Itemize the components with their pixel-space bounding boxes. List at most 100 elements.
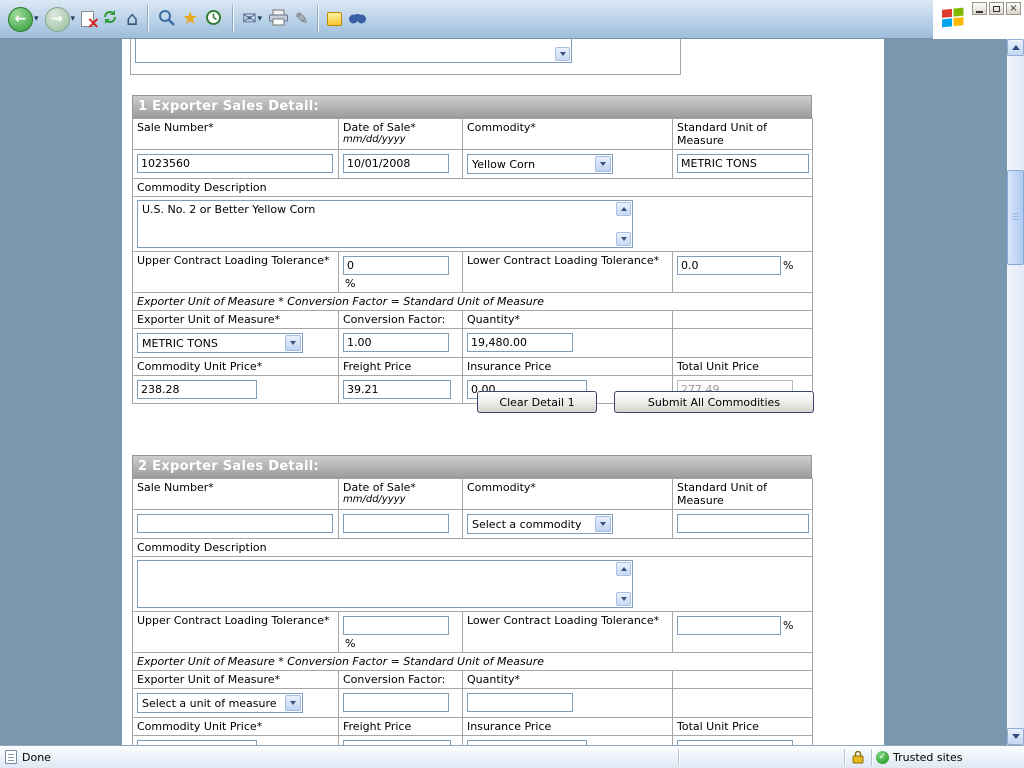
minimize-icon: [976, 11, 983, 13]
search-button[interactable]: [155, 6, 178, 33]
total-unit-price-label: Total Unit Price: [673, 358, 813, 376]
home-button[interactable]: ⌂: [124, 8, 140, 31]
forward-dropdown-icon[interactable]: ▾: [71, 14, 76, 24]
toolbar-separator: [317, 5, 318, 33]
stop-icon: ×: [81, 11, 94, 27]
lower-tolerance-input[interactable]: [677, 616, 781, 635]
commodity-description-textarea[interactable]: [137, 560, 633, 608]
date-format-hint: mm/dd/yyyy: [343, 134, 458, 145]
status-empty-segment: [679, 746, 844, 768]
favorites-button[interactable]: ★: [180, 8, 200, 30]
upper-tolerance-input[interactable]: [343, 256, 449, 275]
chevron-down-icon[interactable]: [595, 156, 611, 172]
messenger-button[interactable]: [325, 10, 344, 28]
date-of-sale-label: Date of Sale* mm/dd/yyyy: [339, 479, 463, 510]
standard-unit-input[interactable]: [677, 514, 809, 533]
back-button[interactable]: ← ▾: [6, 5, 41, 34]
forward-button[interactable]: → ▾: [43, 5, 78, 34]
security-zone: ✓ Trusted sites: [872, 751, 1024, 764]
edit-icon: ✎: [295, 11, 308, 27]
mail-button[interactable]: ✉ ▾: [240, 9, 264, 30]
history-button[interactable]: [202, 6, 225, 33]
sale-number-input[interactable]: [137, 154, 333, 173]
commodity-select[interactable]: Select a commodity: [467, 514, 613, 534]
exporter-unit-selected-value: METRIC TONS: [142, 337, 218, 350]
previous-section-partial: [130, 39, 681, 75]
date-of-sale-input[interactable]: [343, 154, 449, 173]
scroll-down-icon[interactable]: [1007, 728, 1024, 745]
clear-detail-1-button[interactable]: Clear Detail 1: [477, 391, 597, 413]
unit-price-label: Commodity Unit Price*: [133, 358, 339, 376]
total-unit-price-label: Total Unit Price: [673, 718, 813, 736]
edit-button[interactable]: ✎: [293, 9, 310, 29]
freight-price-label: Freight Price: [339, 718, 463, 736]
page-status-icon: [5, 750, 17, 764]
conversion-formula-note: Exporter Unit of Measure * Conversion Fa…: [133, 293, 813, 311]
windows-logo-icon: [941, 6, 965, 32]
lower-tolerance-input[interactable]: [677, 256, 781, 275]
scroll-up-icon[interactable]: [616, 562, 631, 576]
status-bar: Done ✓ Trusted sites: [0, 745, 1024, 768]
chevron-down-icon[interactable]: [595, 516, 611, 532]
home-icon: ⌂: [126, 10, 138, 29]
exporter-unit-select[interactable]: Select a unit of measure: [137, 693, 303, 713]
quantity-input[interactable]: [467, 333, 573, 352]
scroll-down-icon[interactable]: [555, 47, 570, 61]
mail-icon: ✉: [242, 11, 256, 28]
conversion-factor-input[interactable]: [343, 693, 449, 712]
lower-tolerance-label: Lower Contract Loading Tolerance*: [463, 252, 673, 293]
section-2-table: Sale Number* Date of Sale* mm/dd/yyyy Co…: [132, 478, 813, 764]
browser-viewport: 1 Exporter Sales Detail: Sale Number* Da…: [0, 39, 1024, 745]
scroll-up-icon[interactable]: [1007, 39, 1024, 56]
vertical-scrollbar[interactable]: [1007, 39, 1024, 745]
web-page: 1 Exporter Sales Detail: Sale Number* Da…: [122, 39, 884, 745]
partial-textarea[interactable]: [135, 39, 572, 63]
submit-all-commodities-button[interactable]: Submit All Commodities: [614, 391, 814, 413]
sale-number-input[interactable]: [137, 514, 333, 533]
commodity-select[interactable]: Yellow Corn: [467, 154, 613, 174]
research-button[interactable]: [346, 8, 369, 31]
scroll-down-icon[interactable]: [616, 592, 631, 606]
stop-button[interactable]: ×: [79, 9, 96, 29]
refresh-button[interactable]: [98, 5, 122, 33]
print-button[interactable]: [266, 7, 291, 32]
toolbar-separator: [232, 5, 233, 33]
commodity-description-label: Commodity Description: [133, 539, 813, 557]
date-of-sale-input[interactable]: [343, 514, 449, 533]
conversion-formula-note: Exporter Unit of Measure * Conversion Fa…: [133, 653, 813, 671]
quantity-input[interactable]: [467, 693, 573, 712]
empty-cell: [673, 329, 813, 358]
toolbar-separator: [147, 5, 148, 33]
scrollbar-thumb[interactable]: [1007, 170, 1024, 265]
sale-number-label: Sale Number*: [133, 479, 339, 510]
standard-unit-label: Standard Unit of Measure: [673, 119, 813, 150]
search-icon: [157, 8, 176, 31]
exporter-unit-label: Exporter Unit of Measure*: [133, 311, 339, 329]
conversion-factor-input[interactable]: [343, 333, 449, 352]
percent-label: %: [783, 619, 793, 632]
scroll-up-icon[interactable]: [616, 202, 631, 216]
forward-icon: →: [45, 7, 70, 32]
scroll-down-icon[interactable]: [616, 232, 631, 246]
chevron-down-icon[interactable]: [285, 335, 301, 351]
mail-dropdown-icon[interactable]: ▾: [258, 14, 263, 24]
upper-tolerance-input[interactable]: [343, 616, 449, 635]
exporter-unit-select[interactable]: METRIC TONS: [137, 333, 303, 353]
commodity-selected-value: Select a commodity: [472, 518, 581, 531]
chevron-down-icon[interactable]: [285, 695, 301, 711]
close-button[interactable]: ×: [1006, 2, 1021, 15]
commodity-description-textarea[interactable]: U.S. No. 2 or Better Yellow Corn: [137, 200, 633, 248]
standard-unit-input[interactable]: [677, 154, 809, 173]
status-text: Done: [22, 751, 51, 764]
back-dropdown-icon[interactable]: ▾: [34, 14, 39, 24]
empty-cell: [673, 311, 813, 329]
restore-button[interactable]: [989, 2, 1004, 15]
exporter-sales-detail-1: 1 Exporter Sales Detail: Sale Number* Da…: [132, 95, 812, 404]
minimize-button[interactable]: [972, 2, 987, 15]
quantity-label: Quantity*: [463, 311, 673, 329]
security-zone-label: Trusted sites: [893, 751, 963, 764]
section-2-header: 2 Exporter Sales Detail:: [132, 455, 812, 478]
sale-number-label: Sale Number*: [133, 119, 339, 150]
percent-label: %: [345, 637, 355, 650]
exporter-unit-selected-value: Select a unit of measure: [142, 697, 277, 710]
